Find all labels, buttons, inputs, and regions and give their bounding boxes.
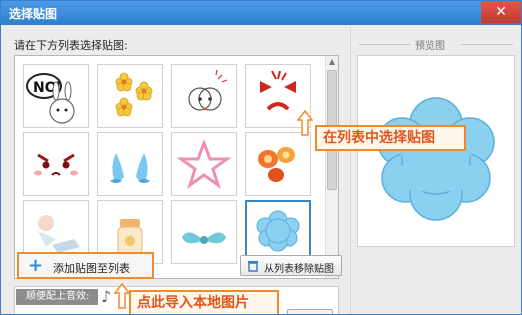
close-button[interactable]: ✕ [481,1,521,23]
pink-star-sticker-icon [176,138,232,189]
trash-icon [248,261,258,272]
angry-eyes-sticker-icon [34,153,78,176]
sound-effect-label: 顺便配上音效: [16,289,98,305]
close-icon: ✕ [495,4,507,20]
window-title: 选择贴图 [9,7,58,21]
sticker-item-yellow-flowers[interactable] [97,64,163,128]
sticker-item-pink-star[interactable] [171,132,237,196]
sticker-item-no-rabbit[interactable]: NO ! [23,64,89,128]
callout-import-text: 点此导入本地图片 [137,295,249,311]
list-scrollbar[interactable]: ▲ ▼ [325,56,338,278]
tears-sticker-icon [110,153,150,183]
callout-import-image: 点此导入本地图片 [129,290,279,314]
sound-effect-button[interactable] [287,309,333,314]
arrow-up-icon [297,110,313,136]
face-sticker-icon [188,69,228,111]
preview-title: 预览图 [415,41,445,52]
arrow-up-icon [114,283,130,309]
divider [461,44,513,45]
add-sticker-label: 添加贴图至列表 [53,262,130,275]
divider [359,44,411,45]
list-prompt-label: 请在下方列表选择贴图: [14,39,128,52]
title-bar: 选择贴图 ✕ [1,1,521,25]
blue-cloud-sticker-icon [256,210,300,252]
sticker-item-bow[interactable] [171,200,237,264]
no-rabbit-sticker-icon: NO ! [26,73,75,124]
callout-select-text: 在列表中选择贴图 [323,130,435,146]
sticker-item-tears[interactable] [97,132,163,196]
preview-panel: 预览图 [350,27,519,314]
scroll-up-arrow-icon[interactable]: ▲ [326,56,338,68]
bow-sticker-icon [182,232,226,244]
callout-select-sticker: 在列表中选择贴图 [315,125,466,151]
remove-sticker-button[interactable]: 从列表移除贴图 [240,255,342,276]
preview-area [357,55,515,247]
dialog-window: 选择贴图 ✕ 请在下方列表选择贴图: NO ! [0,0,522,315]
remove-sticker-label: 从列表移除贴图 [264,264,334,275]
sticker-grid: NO ! [14,55,339,279]
plus-icon: + [28,255,44,276]
add-sticker-button[interactable]: + 添加贴图至列表 [17,252,154,279]
yellow-flowers-sticker-icon [115,72,153,117]
lanterns-sticker-icon [258,147,295,182]
music-note-icon: ♪ [101,287,112,306]
blue-cloud-preview-image [377,97,495,221]
sticker-list-panel: 请在下方列表选择贴图: NO ! [11,31,344,314]
sticker-item-angry-eyes[interactable] [23,132,89,196]
sticker-item-lanterns[interactable] [245,132,311,196]
sticker-item-face[interactable] [171,64,237,128]
